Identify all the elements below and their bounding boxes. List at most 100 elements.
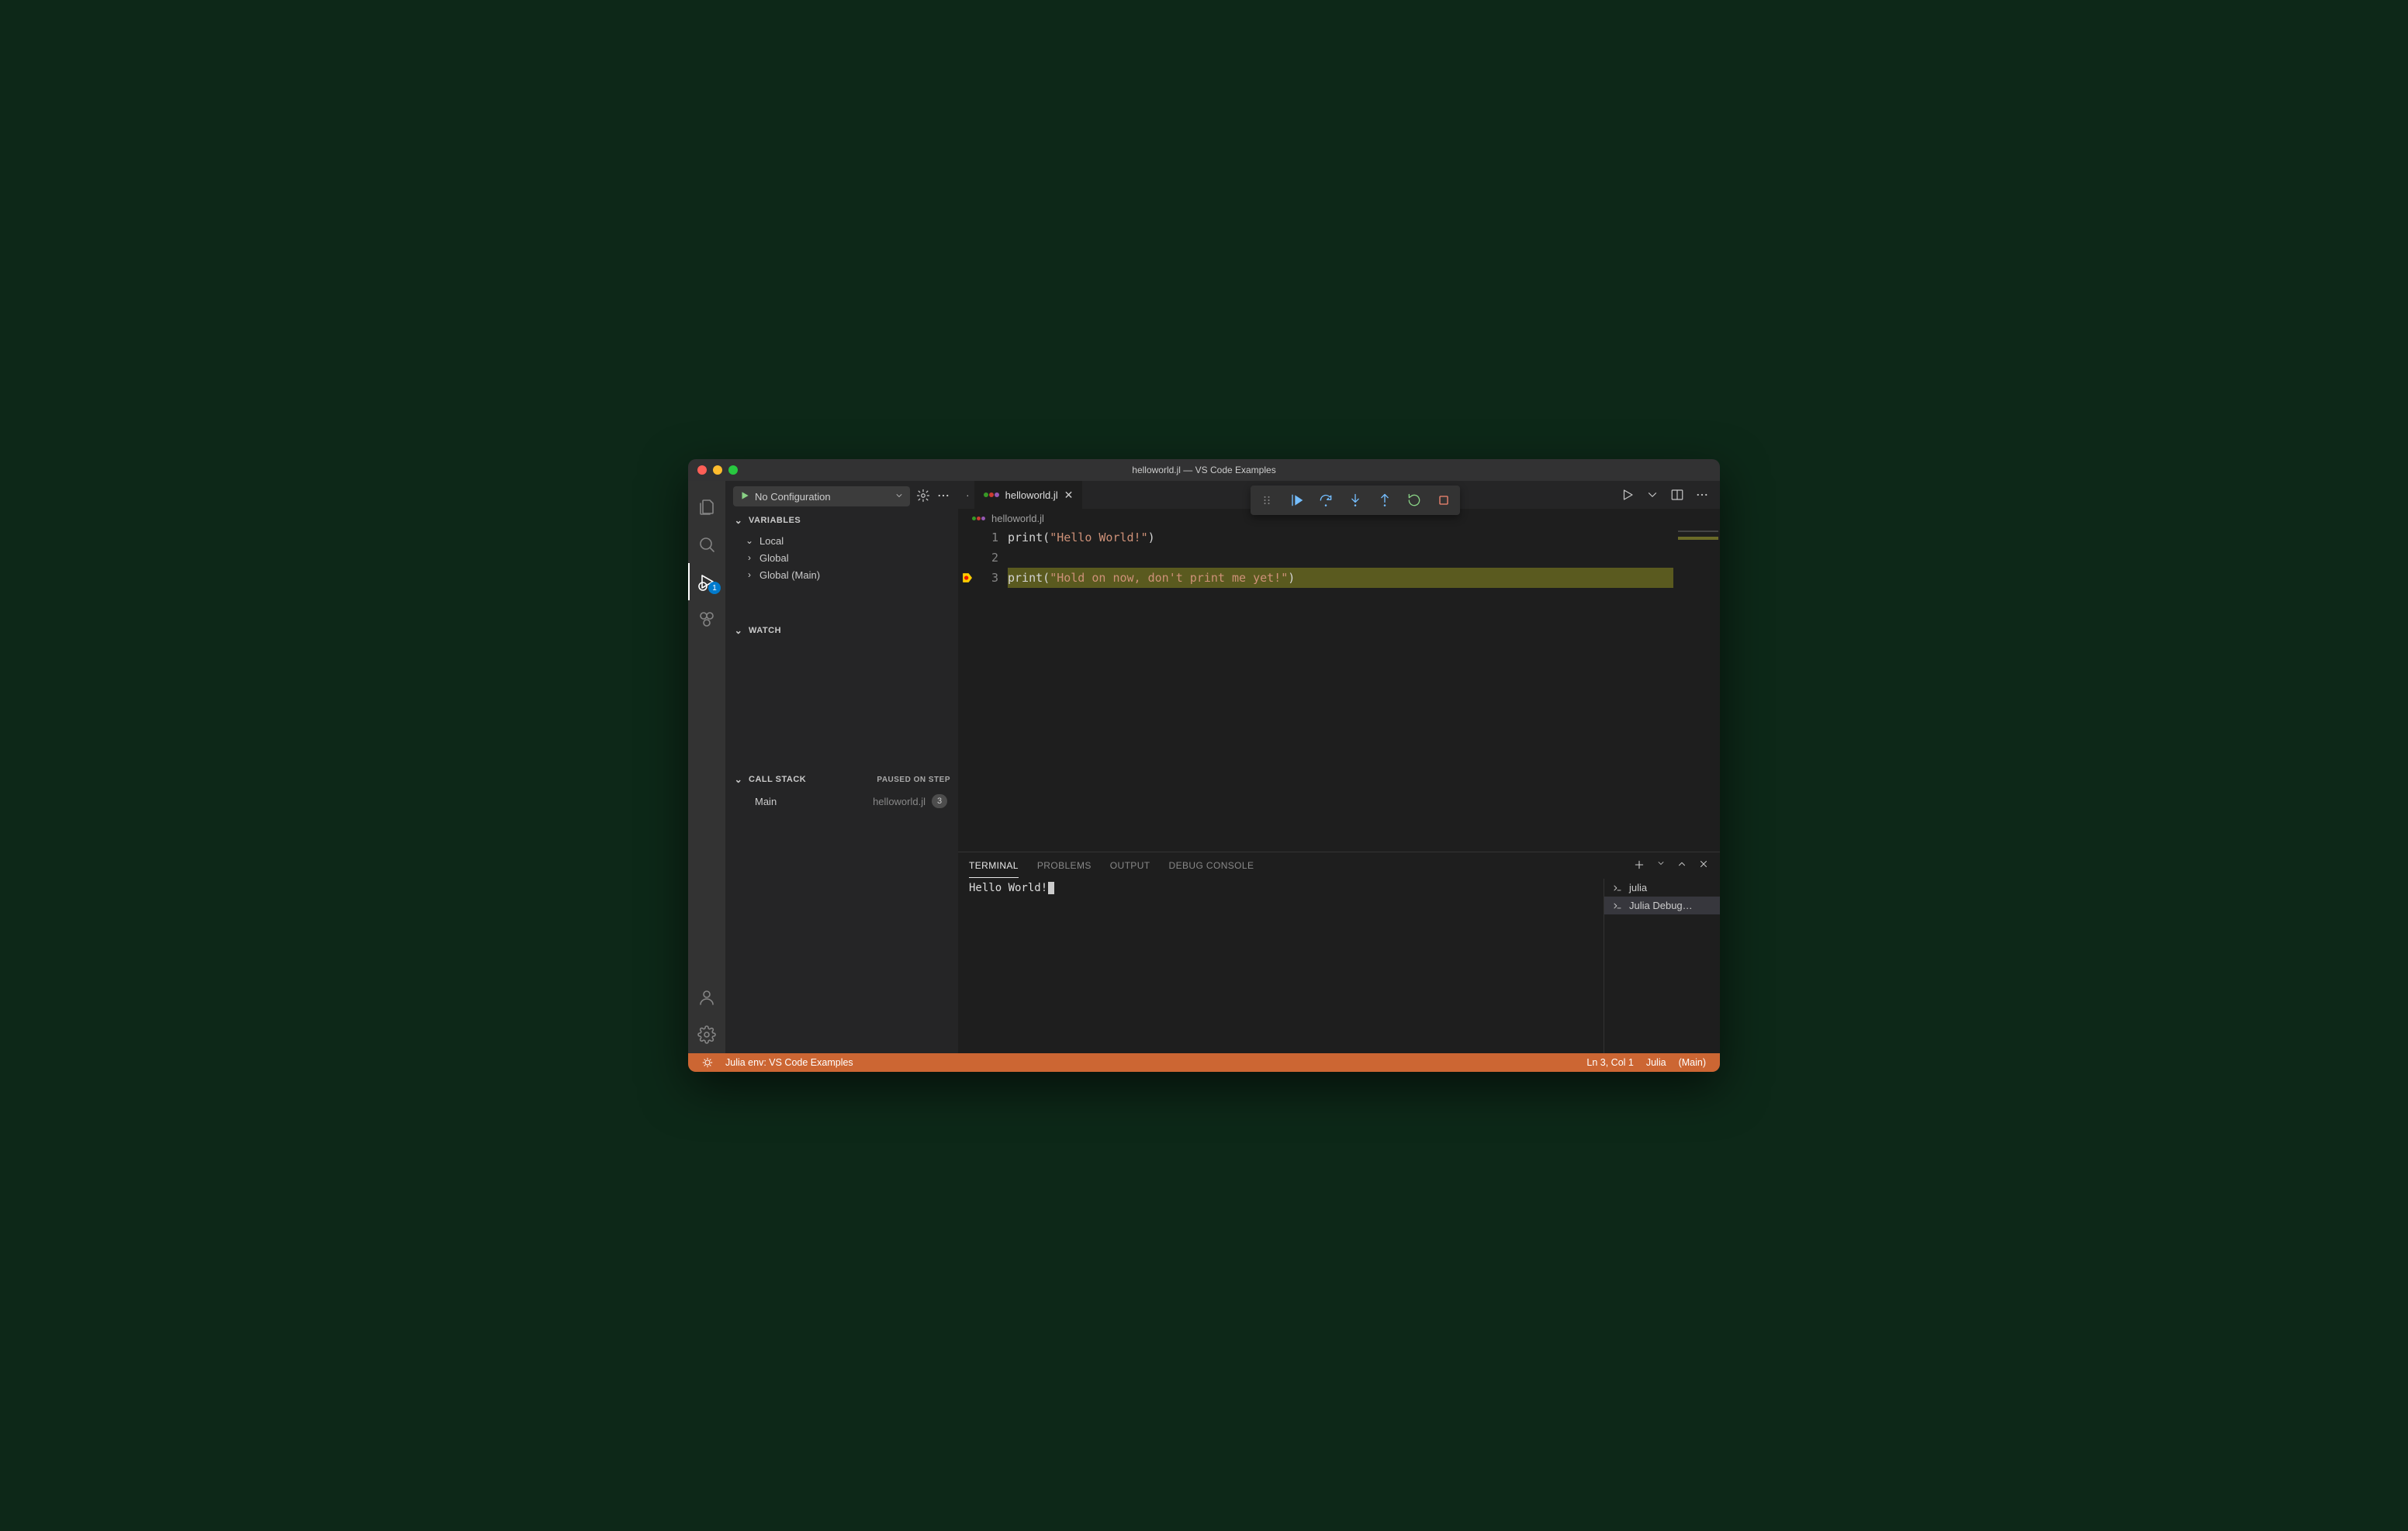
julia-file-icon bbox=[972, 517, 985, 520]
editor-actions bbox=[1610, 481, 1720, 509]
debug-config-select[interactable]: No Configuration bbox=[733, 486, 910, 506]
breakpoint-current-icon[interactable] bbox=[961, 572, 974, 584]
titlebar: helloworld.jl — VS Code Examples bbox=[688, 459, 1720, 481]
settings-button[interactable] bbox=[688, 1016, 725, 1053]
restart-button[interactable] bbox=[1401, 489, 1427, 512]
step-into-button[interactable] bbox=[1342, 489, 1368, 512]
minimize-window-button[interactable] bbox=[713, 465, 722, 475]
run-debug-tab[interactable]: 1 bbox=[688, 563, 725, 600]
variables-header[interactable]: ⌄ VARIABLES bbox=[725, 512, 958, 529]
debug-settings-button[interactable] bbox=[916, 489, 930, 505]
status-language[interactable]: Julia bbox=[1640, 1057, 1673, 1068]
breadcrumb-file: helloworld.jl bbox=[991, 513, 1044, 524]
continue-button[interactable] bbox=[1283, 489, 1310, 512]
line-number-gutter: 123 bbox=[977, 527, 1008, 852]
stop-button[interactable] bbox=[1431, 489, 1457, 512]
breakpoint-gutter[interactable] bbox=[958, 527, 977, 852]
close-tab-button[interactable]: ✕ bbox=[1064, 489, 1074, 502]
status-scope[interactable]: (Main) bbox=[1673, 1057, 1712, 1068]
frame-line: 3 bbox=[932, 794, 947, 808]
terminal-list: julia Julia Debug… bbox=[1604, 879, 1720, 1053]
variables-scope-global-main[interactable]: › Global (Main) bbox=[725, 566, 958, 583]
variables-title: VARIABLES bbox=[749, 516, 801, 525]
chevron-down-icon: ⌄ bbox=[733, 625, 744, 636]
watch-section: ⌄ WATCH bbox=[725, 622, 958, 771]
panel-tab-problems[interactable]: PROBLEMS bbox=[1037, 854, 1092, 877]
terminal-body[interactable]: Hello World! julia Julia Debug… bbox=[958, 879, 1720, 1053]
watch-title: WATCH bbox=[749, 626, 781, 635]
chevron-down-icon: ⌄ bbox=[733, 515, 744, 526]
accounts-button[interactable] bbox=[688, 979, 725, 1016]
terminal-item-julia[interactable]: julia bbox=[1604, 879, 1720, 897]
split-editor-button[interactable] bbox=[1670, 488, 1684, 502]
files-icon bbox=[697, 498, 716, 517]
watch-header[interactable]: ⌄ WATCH bbox=[725, 622, 958, 639]
status-julia-env[interactable]: Julia env: VS Code Examples bbox=[719, 1053, 860, 1072]
debug-sidebar: No Configuration ⌄ VARIABLES bbox=[725, 481, 958, 1053]
callstack-section: ⌄ CALL STACK PAUSED ON STEP Main hellowo… bbox=[725, 771, 958, 1053]
explorer-tab[interactable] bbox=[688, 489, 725, 526]
panel-tabs: TERMINAL PROBLEMS OUTPUT DEBUG CONSOLE bbox=[958, 852, 1720, 879]
terminal-icon bbox=[1612, 900, 1623, 911]
search-tab[interactable] bbox=[688, 526, 725, 563]
code-content[interactable]: print("Hello World!") print("Hold on now,… bbox=[1008, 527, 1673, 852]
panel-tab-debug-console[interactable]: DEBUG CONSOLE bbox=[1169, 854, 1254, 877]
variables-scope-global[interactable]: › Global bbox=[725, 549, 958, 566]
panel: TERMINAL PROBLEMS OUTPUT DEBUG CONSOLE H… bbox=[958, 852, 1720, 1053]
editor-area: · helloworld.jl ✕ bbox=[958, 481, 1720, 1053]
line-number: 3 bbox=[977, 568, 998, 588]
julia-file-icon bbox=[984, 492, 999, 497]
terminal-cursor bbox=[1048, 882, 1054, 894]
gear-icon bbox=[697, 1025, 716, 1044]
debug-badge: 1 bbox=[708, 582, 721, 594]
variables-scope-local[interactable]: ⌄ Local bbox=[725, 532, 958, 549]
search-icon bbox=[697, 535, 716, 554]
panel-tab-terminal[interactable]: TERMINAL bbox=[969, 854, 1019, 878]
step-out-button[interactable] bbox=[1372, 489, 1398, 512]
status-debug-icon[interactable] bbox=[696, 1053, 719, 1072]
account-icon bbox=[697, 988, 716, 1007]
terminal-dropdown-button[interactable] bbox=[1656, 859, 1666, 873]
dirty-indicator: · bbox=[958, 489, 974, 501]
more-actions-button[interactable] bbox=[936, 489, 950, 505]
callstack-frame[interactable]: Main helloworld.jl 3 bbox=[725, 791, 958, 811]
more-editor-actions[interactable] bbox=[1695, 488, 1709, 502]
extensions-tab[interactable] bbox=[688, 600, 725, 638]
step-over-button[interactable] bbox=[1313, 489, 1339, 512]
code-editor[interactable]: 123 print("Hello World!") print("Hold on … bbox=[958, 527, 1720, 852]
line-number: 2 bbox=[977, 548, 998, 568]
callstack-status: PAUSED ON STEP bbox=[877, 776, 950, 784]
close-panel-button[interactable] bbox=[1698, 859, 1709, 873]
activity-bar: 1 bbox=[688, 481, 725, 1053]
status-cursor-position[interactable]: Ln 3, Col 1 bbox=[1580, 1057, 1639, 1068]
chevron-down-icon: ⌄ bbox=[733, 774, 744, 785]
start-debug-icon bbox=[739, 490, 750, 503]
run-file-button[interactable] bbox=[1621, 488, 1635, 502]
editor-tab[interactable]: helloworld.jl ✕ bbox=[974, 481, 1084, 509]
window-title: helloworld.jl — VS Code Examples bbox=[688, 465, 1720, 475]
window: helloworld.jl — VS Code Examples 1 bbox=[688, 459, 1720, 1072]
minimap[interactable] bbox=[1673, 527, 1720, 852]
close-window-button[interactable] bbox=[697, 465, 707, 475]
callstack-title: CALL STACK bbox=[749, 775, 806, 784]
callstack-header[interactable]: ⌄ CALL STACK PAUSED ON STEP bbox=[725, 771, 958, 788]
debug-sidebar-header: No Configuration bbox=[725, 481, 958, 512]
maximize-panel-button[interactable] bbox=[1676, 859, 1687, 873]
variables-section: ⌄ VARIABLES ⌄ Local › Global › Global (M… bbox=[725, 512, 958, 622]
panel-tab-output[interactable]: OUTPUT bbox=[1110, 854, 1150, 877]
new-terminal-button[interactable] bbox=[1633, 859, 1645, 873]
maximize-window-button[interactable] bbox=[728, 465, 738, 475]
chevron-down-icon: ⌄ bbox=[744, 535, 755, 546]
code-line[interactable] bbox=[1008, 548, 1673, 568]
status-bar: Julia env: VS Code Examples Ln 3, Col 1 … bbox=[688, 1053, 1720, 1072]
run-dropdown-button[interactable] bbox=[1645, 488, 1659, 502]
terminal-output[interactable]: Hello World! bbox=[958, 879, 1604, 1053]
terminal-item-julia-debug[interactable]: Julia Debug… bbox=[1604, 897, 1720, 914]
debug-toolbar[interactable] bbox=[1251, 486, 1460, 515]
code-line[interactable]: print("Hold on now, don't print me yet!"… bbox=[1008, 568, 1673, 588]
chevron-down-icon bbox=[894, 491, 904, 503]
traffic-lights bbox=[688, 465, 738, 475]
code-line[interactable]: print("Hello World!") bbox=[1008, 527, 1673, 548]
line-number: 1 bbox=[977, 527, 998, 548]
drag-handle-icon[interactable] bbox=[1254, 489, 1280, 512]
